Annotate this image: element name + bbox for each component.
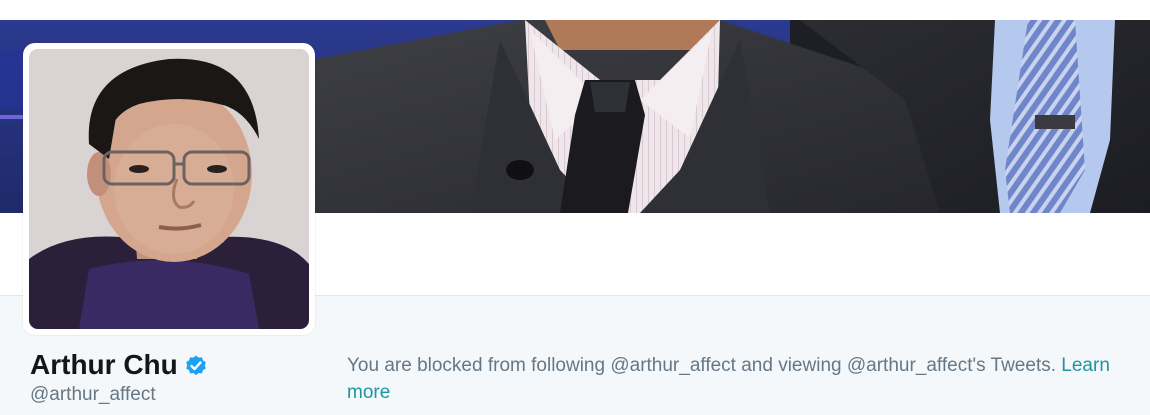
blocked-notice: You are blocked from following @arthur_a… [347,352,1142,406]
profile-avatar[interactable] [23,43,315,335]
profile-handle[interactable]: @arthur_affect [30,383,156,407]
verified-badge-icon [184,353,208,377]
profile-name[interactable]: Arthur Chu [30,347,178,383]
profile-page: Arthur Chu @arthur_affect You are blocke… [0,0,1150,415]
profile-name-row: Arthur Chu [30,347,208,383]
top-strip [0,0,1150,20]
avatar-photo [29,49,309,329]
blocked-notice-text: You are blocked from following @arthur_a… [347,355,1057,376]
